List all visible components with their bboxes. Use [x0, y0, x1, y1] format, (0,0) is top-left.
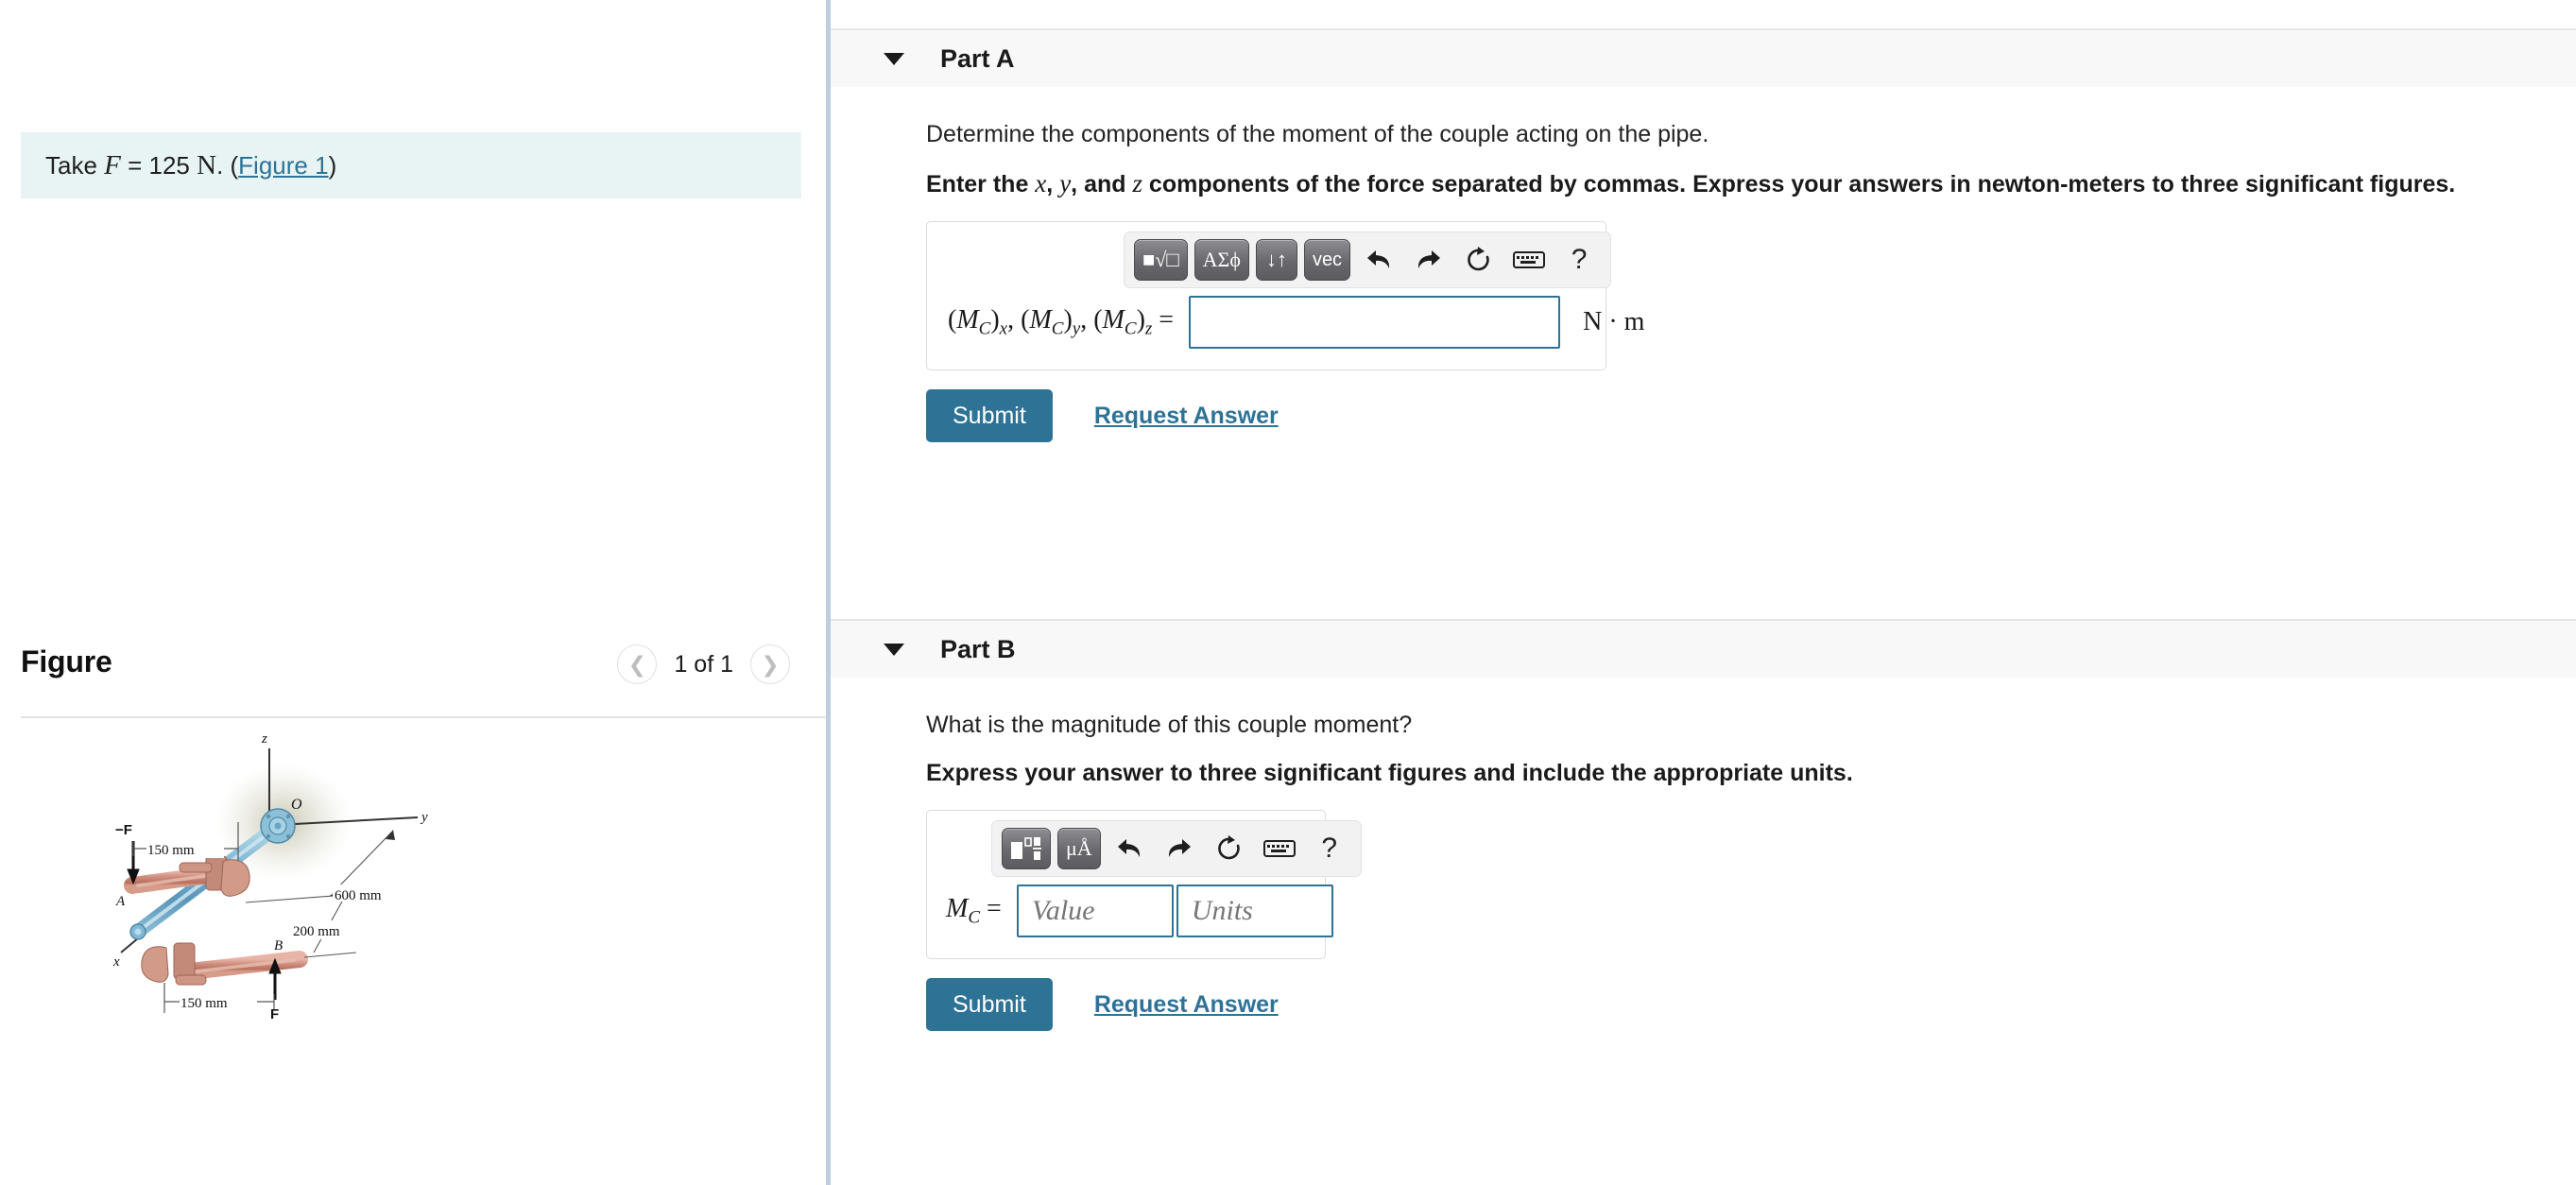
greek-symbols-label: ΑΣϕ: [1202, 248, 1241, 271]
keyboard-icon[interactable]: [1507, 239, 1551, 281]
template-sqrt-button[interactable]: ■√□: [1134, 239, 1188, 281]
given-statement-text: Take F = 125 N. (Figure 1): [21, 150, 336, 181]
given-unit: N: [197, 149, 217, 180]
given-equals: = 125: [120, 150, 197, 180]
part-b-question: What is the magnitude of this couple mom…: [926, 712, 1413, 738]
part-b-field-label: MC =: [946, 894, 1002, 929]
part-b-header[interactable]: Part B: [831, 619, 2576, 678]
part-a-request-answer-link[interactable]: Request Answer: [1094, 403, 1279, 430]
keyboard-icon[interactable]: [1258, 828, 1301, 869]
figure-navigation: ❮ 1 of 1 ❯: [617, 644, 790, 684]
part-a-body: Determine the components of the moment o…: [831, 121, 2576, 442]
redo-icon[interactable]: [1407, 239, 1451, 281]
part-a-toolbar: ■√□ ΑΣϕ ↓↑ vec ?: [927, 222, 1612, 296]
chevron-down-icon[interactable]: [884, 643, 904, 656]
svg-text:150 mm: 150 mm: [147, 843, 195, 858]
part-b-equals: =: [980, 893, 1002, 923]
vector-button[interactable]: vec: [1303, 239, 1351, 281]
undo-icon[interactable]: [1108, 828, 1151, 869]
part-a-units-label: N · m: [1583, 307, 1645, 336]
figure-image[interactable]: z y x O A −F B F 150 mm 150 mm 600 mm 20…: [21, 728, 826, 1172]
instruction-pre: Enter the: [926, 171, 1036, 198]
part-b-units-input[interactable]: [1176, 884, 1333, 937]
part-b-toolbar: μÅ ?: [927, 811, 1362, 884]
instruction-var-y: y: [1059, 169, 1072, 198]
updown-arrows-label: ↓↑: [1265, 248, 1287, 271]
part-b-body: What is the magnitude of this couple mom…: [831, 712, 2576, 1031]
figure-counter: 1 of 1: [674, 650, 733, 678]
page-root: Take F = 125 N. (Figure 1) Figure ❮ 1 of…: [0, 0, 2576, 1185]
given-suffix: ): [328, 150, 337, 180]
given-statement-box: Take F = 125 N. (Figure 1): [21, 132, 801, 198]
part-b-submit-button[interactable]: Submit: [926, 978, 1053, 1031]
updown-arrows-button[interactable]: ↓↑: [1255, 239, 1297, 281]
part-a-toolbar-strip: ■√□ ΑΣϕ ↓↑ vec ?: [1124, 232, 1612, 288]
svg-text:O: O: [291, 797, 302, 813]
svg-text:y: y: [420, 810, 428, 825]
units-button[interactable]: μÅ: [1057, 828, 1101, 869]
part-b-instruction: Express your answer to three significant…: [926, 760, 1853, 786]
instruction-var-x: x: [1035, 169, 1047, 198]
greek-symbols-button[interactable]: ΑΣϕ: [1194, 239, 1249, 281]
help-icon[interactable]: ?: [1308, 828, 1351, 869]
answer-pane: Part A Determine the components of the m…: [831, 0, 2576, 1185]
part-b-symbol: M: [946, 893, 969, 923]
part-b-symbol-sub: C: [968, 907, 981, 928]
figure-title: Figure: [21, 644, 112, 678]
reset-icon[interactable]: [1457, 239, 1501, 281]
chevron-left-icon[interactable]: ❮: [617, 644, 658, 684]
part-b-toolbar-strip: μÅ ?: [991, 820, 1362, 877]
reset-icon[interactable]: [1208, 828, 1251, 869]
part-a-title: Part A: [940, 43, 1015, 73]
svg-text:z: z: [261, 731, 267, 747]
part-a-question: Determine the components of the moment o…: [926, 121, 1709, 147]
figure-header: Figure ❮ 1 of 1 ❯: [21, 633, 826, 716]
given-prefix: Take: [45, 150, 105, 180]
part-a-instruction: Enter the x, y, and z components of the …: [926, 169, 2456, 198]
part-a-section: Part A Determine the components of the m…: [831, 28, 2576, 442]
part-a-actions: Submit Request Answer: [926, 389, 2548, 442]
svg-text:A: A: [115, 894, 126, 909]
svg-text:200 mm: 200 mm: [293, 924, 340, 939]
instruction-post: components of the force separated by com…: [1142, 171, 2456, 198]
units-label: μÅ: [1066, 836, 1092, 860]
part-b-section: Part B What is the magnitude of this cou…: [831, 619, 2576, 1031]
chevron-down-icon[interactable]: [884, 52, 904, 65]
problem-pane: Take F = 125 N. (Figure 1) Figure ❮ 1 of…: [0, 0, 826, 1185]
svg-text:150 mm: 150 mm: [180, 996, 228, 1011]
redo-icon[interactable]: [1158, 828, 1201, 869]
svg-text:x: x: [112, 954, 120, 970]
part-a-answer-box: ■√□ ΑΣϕ ↓↑ vec ? (MC)x, (MC)y, (MC)z = N…: [926, 221, 1644, 370]
part-b-answer-box: μÅ ? MC = Value Units: [926, 810, 1362, 959]
part-b-value-input[interactable]: [1016, 884, 1174, 937]
help-icon[interactable]: ?: [1557, 239, 1601, 281]
svg-text:600 mm: 600 mm: [335, 888, 382, 903]
figure-1-link[interactable]: Figure 1: [238, 151, 328, 180]
part-a-field-row: (MC)x, (MC)y, (MC)z = N · m: [927, 296, 1644, 369]
template-fraction-button[interactable]: [1002, 828, 1051, 869]
template-sqrt-label: ■√□: [1142, 248, 1179, 271]
chevron-right-icon[interactable]: ❯: [750, 644, 790, 684]
part-b-actions: Submit Request Answer: [926, 978, 2548, 1031]
vector-label: vec: [1312, 249, 1343, 270]
given-period: . (: [216, 150, 239, 180]
svg-text:−F: −F: [115, 822, 132, 838]
part-b-field-row: MC =: [927, 884, 1333, 958]
instruction-var-z: z: [1132, 169, 1142, 198]
part-b-request-answer-link[interactable]: Request Answer: [1094, 991, 1279, 1019]
given-symbol: F: [104, 149, 121, 180]
undo-icon[interactable]: [1357, 239, 1400, 281]
pipe-wrench-diagram: z y x O A −F B F 150 mm 150 mm 600 mm 20…: [112, 731, 428, 1022]
svg-text:B: B: [274, 938, 283, 953]
part-a-header[interactable]: Part A: [831, 28, 2576, 87]
figure-divider: [21, 716, 826, 718]
part-b-title: Part B: [940, 634, 1016, 663]
part-a-field-label: (MC)x, (MC)y, (MC)z =: [948, 304, 1175, 339]
part-a-submit-button[interactable]: Submit: [926, 389, 1053, 442]
part-a-answer-input[interactable]: [1189, 296, 1561, 349]
